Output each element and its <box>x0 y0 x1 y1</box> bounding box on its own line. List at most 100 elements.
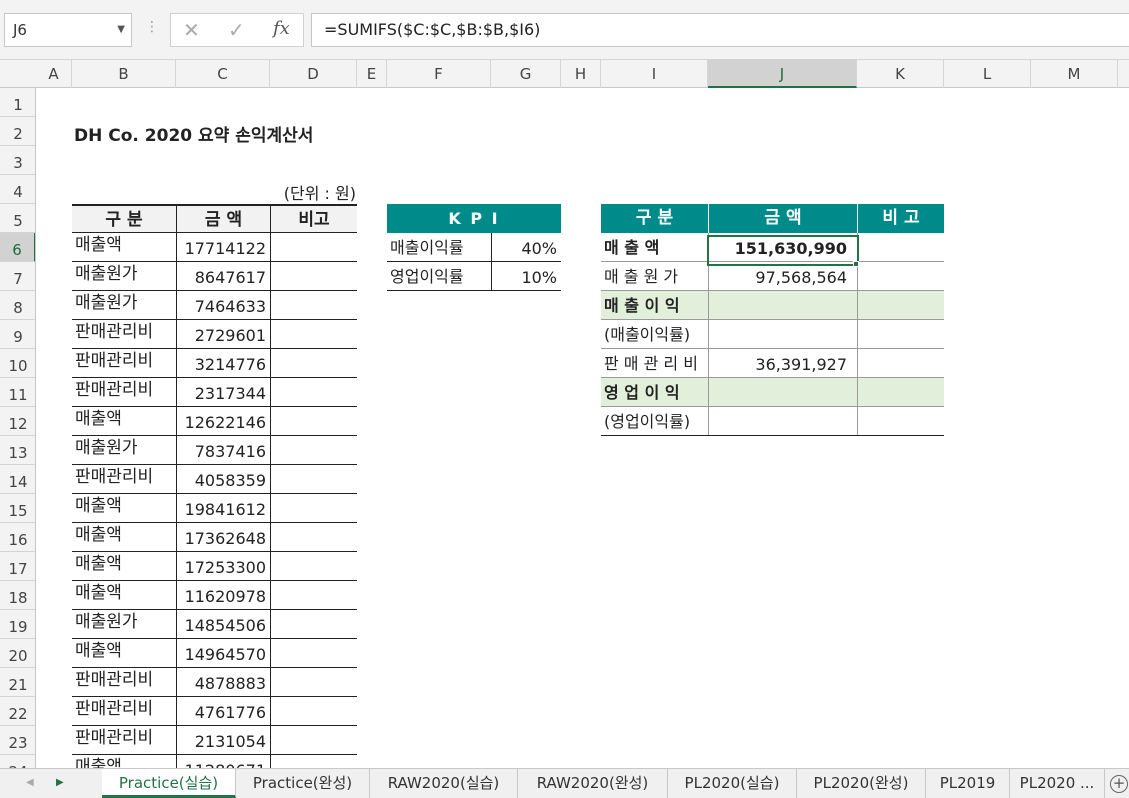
row-header-20[interactable]: 20 <box>0 639 35 668</box>
kpi-label-cell[interactable]: 영업이익률 <box>387 262 491 291</box>
summary-note-cell[interactable] <box>857 262 944 291</box>
raw-category-cell[interactable]: 매출원가 <box>72 262 176 291</box>
summary-label-cell[interactable]: (영업이익률) <box>601 407 708 436</box>
chevron-right-icon[interactable]: ▶ <box>56 777 64 788</box>
summary-amount-cell[interactable]: 36,391,927 <box>708 349 857 378</box>
row-header-7[interactable]: 7 <box>0 262 35 291</box>
raw-amount-cell[interactable]: 2729601 <box>176 320 270 349</box>
raw-amount-cell[interactable]: 4058359 <box>176 465 270 494</box>
raw-table-header-2[interactable]: 비고 <box>270 204 357 233</box>
report-title[interactable]: DH Co. 2020 요약 손익계산서 <box>74 121 313 146</box>
summary-note-cell[interactable] <box>857 291 944 320</box>
summary-amount-cell[interactable]: 97,568,564 <box>708 262 857 291</box>
sheet-tab[interactable]: PL2020(완성) <box>797 769 926 798</box>
row-header-17[interactable]: 17 <box>0 552 35 581</box>
column-header-d[interactable]: D <box>270 60 357 88</box>
summary-note-cell[interactable] <box>857 407 944 436</box>
raw-note-cell[interactable] <box>270 552 357 581</box>
column-header-g[interactable]: G <box>491 60 561 88</box>
raw-note-cell[interactable] <box>270 262 357 291</box>
raw-note-cell[interactable] <box>270 726 357 755</box>
raw-amount-cell[interactable]: 7837416 <box>176 436 270 465</box>
column-header-l[interactable]: L <box>944 60 1031 88</box>
row-header-12[interactable]: 12 <box>0 407 35 436</box>
raw-amount-cell[interactable]: 17253300 <box>176 552 270 581</box>
raw-category-cell[interactable]: 판매관리비 <box>72 465 176 494</box>
sheet-tab[interactable]: Practice(실습) <box>102 769 236 798</box>
raw-table-header-1[interactable]: 금 액 <box>176 204 270 233</box>
sheet-tab[interactable]: Practice(완성) <box>236 769 370 798</box>
raw-note-cell[interactable] <box>270 378 357 407</box>
row-header-18[interactable]: 18 <box>0 581 35 610</box>
kpi-header[interactable]: K P I <box>387 204 561 233</box>
kpi-label-cell[interactable]: 매출이익률 <box>387 233 491 262</box>
column-header-i[interactable]: I <box>601 60 708 88</box>
raw-note-cell[interactable] <box>270 349 357 378</box>
summary-amount-cell[interactable] <box>708 378 857 407</box>
unit-label[interactable]: (단위 : 원) <box>236 180 356 204</box>
column-header-c[interactable]: C <box>176 60 270 88</box>
raw-category-cell[interactable]: 매출액 <box>72 755 176 768</box>
summary-label-cell[interactable]: 판 매 관 리 비 <box>601 349 708 378</box>
summary-amount-cell[interactable] <box>708 320 857 349</box>
summary-label-cell[interactable]: 매 출 액 <box>601 233 708 262</box>
row-header-4[interactable]: 4 <box>0 175 35 204</box>
row-header-11[interactable]: 11 <box>0 378 35 407</box>
summary-header-2[interactable]: 비 고 <box>857 204 944 233</box>
row-header-5[interactable]: 5 <box>0 204 35 233</box>
raw-amount-cell[interactable]: 2131054 <box>176 726 270 755</box>
raw-table-header-0[interactable]: 구 분 <box>72 204 176 233</box>
row-header-9[interactable]: 9 <box>0 320 35 349</box>
raw-category-cell[interactable]: 매출액 <box>72 523 176 552</box>
raw-note-cell[interactable] <box>270 523 357 552</box>
raw-category-cell[interactable]: 매출원가 <box>72 610 176 639</box>
raw-note-cell[interactable] <box>270 755 357 768</box>
row-header-24[interactable]: 24 <box>0 755 35 768</box>
raw-note-cell[interactable] <box>270 320 357 349</box>
raw-note-cell[interactable] <box>270 639 357 668</box>
summary-note-cell[interactable] <box>857 233 944 262</box>
raw-amount-cell[interactable]: 11280671 <box>176 755 270 768</box>
summary-label-cell[interactable]: 매 출 원 가 <box>601 262 708 291</box>
raw-amount-cell[interactable]: 17362648 <box>176 523 270 552</box>
row-header-2[interactable]: 2 <box>0 117 35 146</box>
raw-category-cell[interactable]: 매출원가 <box>72 291 176 320</box>
worksheet-grid[interactable]: DH Co. 2020 요약 손익계산서 (단위 : 원) 구 분금 액 비고매출… <box>36 88 1129 768</box>
raw-amount-cell[interactable]: 14964570 <box>176 639 270 668</box>
summary-note-cell[interactable] <box>857 320 944 349</box>
raw-category-cell[interactable]: 매출액 <box>72 233 176 262</box>
raw-note-cell[interactable] <box>270 291 357 320</box>
kpi-value-cell[interactable]: 10% <box>491 262 561 291</box>
summary-amount-cell[interactable] <box>708 291 857 320</box>
summary-note-cell[interactable] <box>857 349 944 378</box>
sheet-tab[interactable]: RAW2020(실습) <box>370 769 518 798</box>
row-header-19[interactable]: 19 <box>0 610 35 639</box>
raw-note-cell[interactable] <box>270 697 357 726</box>
raw-note-cell[interactable] <box>270 610 357 639</box>
raw-amount-cell[interactable]: 17714122 <box>176 233 270 262</box>
sheet-tab[interactable]: PL2019 <box>926 769 1010 798</box>
formula-input[interactable]: =SUMIFS($C:$C,$B:$B,$I6) <box>311 13 1129 47</box>
summary-label-cell[interactable]: 영 업 이 익 <box>601 378 708 407</box>
raw-category-cell[interactable]: 판매관리비 <box>72 320 176 349</box>
raw-amount-cell[interactable]: 11620978 <box>176 581 270 610</box>
row-header-3[interactable]: 3 <box>0 146 35 175</box>
kpi-value-cell[interactable]: 40% <box>491 233 561 262</box>
raw-category-cell[interactable]: 매출액 <box>72 407 176 436</box>
row-header-22[interactable]: 22 <box>0 697 35 726</box>
row-header-14[interactable]: 14 <box>0 465 35 494</box>
row-header-21[interactable]: 21 <box>0 668 35 697</box>
chevron-down-icon[interactable]: ▼ <box>117 14 125 46</box>
raw-category-cell[interactable]: 매출원가 <box>72 436 176 465</box>
column-header-k[interactable]: K <box>857 60 944 88</box>
row-header-8[interactable]: 8 <box>0 291 35 320</box>
raw-amount-cell[interactable]: 4878883 <box>176 668 270 697</box>
enter-icon[interactable]: ✓ <box>228 18 245 42</box>
raw-note-cell[interactable] <box>270 494 357 523</box>
raw-amount-cell[interactable]: 14854506 <box>176 610 270 639</box>
raw-amount-cell[interactable]: 7464633 <box>176 291 270 320</box>
raw-note-cell[interactable] <box>270 436 357 465</box>
name-box[interactable]: J6 ▼ <box>4 13 132 47</box>
row-header-10[interactable]: 10 <box>0 349 35 378</box>
raw-amount-cell[interactable]: 3214776 <box>176 349 270 378</box>
